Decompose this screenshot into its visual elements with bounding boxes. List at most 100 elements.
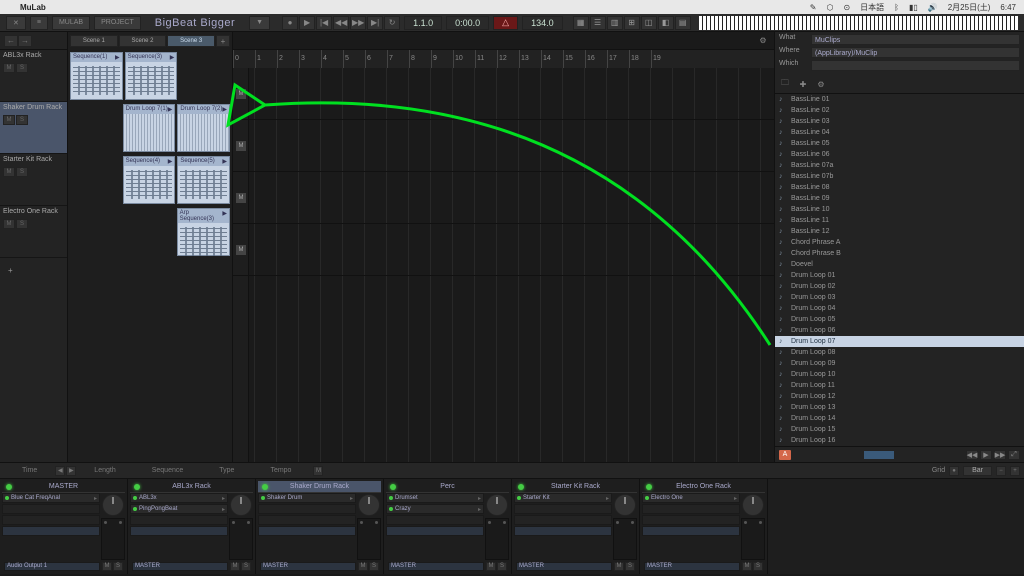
mute-button[interactable]: M bbox=[3, 219, 15, 229]
project-button[interactable]: PROJECT bbox=[94, 16, 141, 30]
browser-folder-icon[interactable]: 🗀 bbox=[779, 78, 791, 90]
mixer-slot[interactable]: Drumset▸ bbox=[386, 493, 484, 503]
mixer-slot-empty[interactable] bbox=[386, 515, 484, 525]
mixer-slot-empty[interactable] bbox=[258, 504, 356, 514]
view-btn-6[interactable]: ◧ bbox=[658, 16, 674, 30]
browser-item[interactable]: ♪Drum Loop 14 bbox=[775, 413, 1024, 424]
browser-item[interactable]: ♪BassLine 03 bbox=[775, 116, 1024, 127]
level-meter[interactable] bbox=[101, 518, 125, 560]
mute-button[interactable]: M bbox=[3, 63, 15, 73]
browser-expand-button[interactable]: ⤢ bbox=[1008, 450, 1020, 460]
mixer-slot-empty[interactable] bbox=[258, 515, 356, 525]
browser-item[interactable]: ♪BassLine 07b bbox=[775, 171, 1024, 182]
output-selector[interactable]: MASTER bbox=[388, 562, 484, 571]
browser-item[interactable]: ♪BassLine 01 bbox=[775, 94, 1024, 105]
nav-back-button[interactable]: ← bbox=[4, 35, 18, 47]
time-prev-button[interactable]: ◀ bbox=[55, 466, 65, 476]
channel-mute-button[interactable]: M bbox=[486, 562, 496, 571]
browser-item[interactable]: ♪Drum Loop 13 bbox=[775, 402, 1024, 413]
browser-item[interactable]: ♪Drum Loop 06 bbox=[775, 325, 1024, 336]
browser-item[interactable]: ♪Drum Loop 16 bbox=[775, 435, 1024, 446]
browser-item[interactable]: ♪BassLine 09 bbox=[775, 193, 1024, 204]
browser-add-icon[interactable]: ✚ bbox=[797, 78, 809, 90]
menu-button[interactable]: ≡ bbox=[30, 16, 48, 30]
clip-slot-empty[interactable] bbox=[70, 104, 121, 152]
level-meter[interactable] bbox=[357, 518, 381, 560]
metronome-button[interactable]: △ bbox=[493, 16, 518, 30]
clip[interactable]: Sequence(1)▶ bbox=[70, 52, 123, 100]
record-button[interactable]: ● bbox=[282, 16, 298, 30]
mixer-slot[interactable]: Blue Cat FreqAnal▸ bbox=[2, 493, 100, 503]
channel-solo-button[interactable]: S bbox=[369, 562, 379, 571]
browser-item[interactable]: ♪Drum Loop 08 bbox=[775, 347, 1024, 358]
mixer-slot-empty[interactable] bbox=[2, 515, 100, 525]
app-menu[interactable]: MuLab bbox=[20, 3, 46, 12]
mixer-slot[interactable]: Starter Kit▸ bbox=[514, 493, 612, 503]
clip[interactable]: Sequence(3)▶ bbox=[125, 52, 178, 100]
browser-item[interactable]: ♪BassLine 02 bbox=[775, 105, 1024, 116]
pan-knob[interactable] bbox=[742, 494, 764, 516]
evernote-icon[interactable]: ✎ bbox=[810, 3, 817, 12]
view-btn-1[interactable]: ▦ bbox=[573, 16, 589, 30]
bluetooth-icon[interactable]: ᛒ bbox=[894, 3, 899, 12]
mixer-slot-empty[interactable] bbox=[642, 515, 740, 525]
dropbox-icon[interactable]: ⬡ bbox=[826, 3, 833, 12]
mulab-button[interactable]: MULAB bbox=[52, 16, 90, 30]
browser-item[interactable]: ♪BassLine 08 bbox=[775, 182, 1024, 193]
browser-where-value[interactable]: (AppLibrary)/MuClip bbox=[811, 47, 1020, 58]
view-btn-2[interactable]: ☰ bbox=[590, 16, 606, 30]
browser-item[interactable]: ♪Drum Loop 07 bbox=[775, 336, 1024, 347]
arrange-track-lane[interactable]: M bbox=[233, 120, 774, 172]
wifi-icon[interactable]: ⊙ bbox=[843, 3, 850, 12]
browser-list[interactable]: ♪BassLine 01♪BassLine 02♪BassLine 03♪Bas… bbox=[775, 94, 1024, 446]
browser-item[interactable]: ♪BassLine 07a bbox=[775, 160, 1024, 171]
forward-end-button[interactable]: ▶| bbox=[367, 16, 383, 30]
grid-toggle-button[interactable]: ● bbox=[949, 466, 959, 476]
pan-knob[interactable] bbox=[230, 494, 252, 516]
solo-button[interactable]: S bbox=[16, 167, 28, 177]
tempo-display[interactable]: 134.0 bbox=[522, 16, 563, 30]
browser-item[interactable]: ♪BassLine 06 bbox=[775, 149, 1024, 160]
arrange-track-lane[interactable]: M bbox=[233, 172, 774, 224]
mixer-slot[interactable]: ABL3x▸ bbox=[130, 493, 228, 503]
project-name[interactable]: BigBeat Bigger bbox=[145, 17, 245, 29]
close-button[interactable]: ✕ bbox=[6, 16, 26, 30]
channel-mute-button[interactable]: M bbox=[230, 562, 240, 571]
output-selector[interactable]: MASTER bbox=[260, 562, 356, 571]
browser-rewind-button[interactable]: ◀◀ bbox=[966, 450, 978, 460]
arrange-track-lane[interactable]: M bbox=[233, 68, 774, 120]
browser-what-value[interactable]: MuClips bbox=[811, 34, 1020, 45]
view-btn-3[interactable]: ▥ bbox=[607, 16, 623, 30]
channel-power-icon[interactable] bbox=[134, 484, 140, 490]
browser-color-swatch[interactable] bbox=[864, 451, 894, 459]
channel-mute-button[interactable]: M bbox=[358, 562, 368, 571]
mixer-slot-empty[interactable] bbox=[130, 515, 228, 525]
browser-fwd-button[interactable]: ▶▶ bbox=[994, 450, 1006, 460]
loop-button[interactable]: ↻ bbox=[384, 16, 400, 30]
mixer-channel-header[interactable]: Perc bbox=[386, 481, 509, 493]
mixer-channel-header[interactable]: MASTER bbox=[2, 481, 125, 493]
browser-item[interactable]: ♪Drum Loop 05 bbox=[775, 314, 1024, 325]
browser-item[interactable]: ♪Chord Phrase B bbox=[775, 248, 1024, 259]
solo-button[interactable]: S bbox=[16, 115, 28, 125]
browser-item[interactable]: ♪BassLine 04 bbox=[775, 127, 1024, 138]
position-display[interactable]: 1.1.0 bbox=[404, 16, 442, 30]
dropdown-button[interactable]: ▼ bbox=[249, 16, 270, 30]
track-header[interactable]: Shaker Drum Rack M S bbox=[0, 102, 67, 154]
timeline-ruler[interactable]: 012345678910111213141516171819 bbox=[233, 50, 774, 68]
browser-mode-button[interactable]: A bbox=[779, 450, 791, 460]
mixer-channel-header[interactable]: Shaker Drum Rack bbox=[258, 481, 381, 493]
level-meter[interactable] bbox=[613, 518, 637, 560]
volume-icon[interactable]: 🔊 bbox=[928, 3, 938, 12]
channel-mute-button[interactable]: M bbox=[614, 562, 624, 571]
scene-tab[interactable]: Scene 2 bbox=[119, 35, 167, 47]
scene-tab[interactable]: Scene 3 bbox=[167, 35, 215, 47]
zoom-out-button[interactable]: − bbox=[996, 466, 1006, 476]
channel-power-icon[interactable] bbox=[518, 484, 524, 490]
channel-solo-button[interactable]: S bbox=[497, 562, 507, 571]
track-header[interactable]: ABL3x Rack M S bbox=[0, 50, 67, 102]
channel-solo-button[interactable]: S bbox=[113, 562, 123, 571]
clip[interactable]: Drum Loop 7(2)▶ bbox=[177, 104, 230, 152]
browser-which-value[interactable] bbox=[811, 60, 1020, 71]
browser-settings-icon[interactable]: ⚙ bbox=[815, 78, 827, 90]
